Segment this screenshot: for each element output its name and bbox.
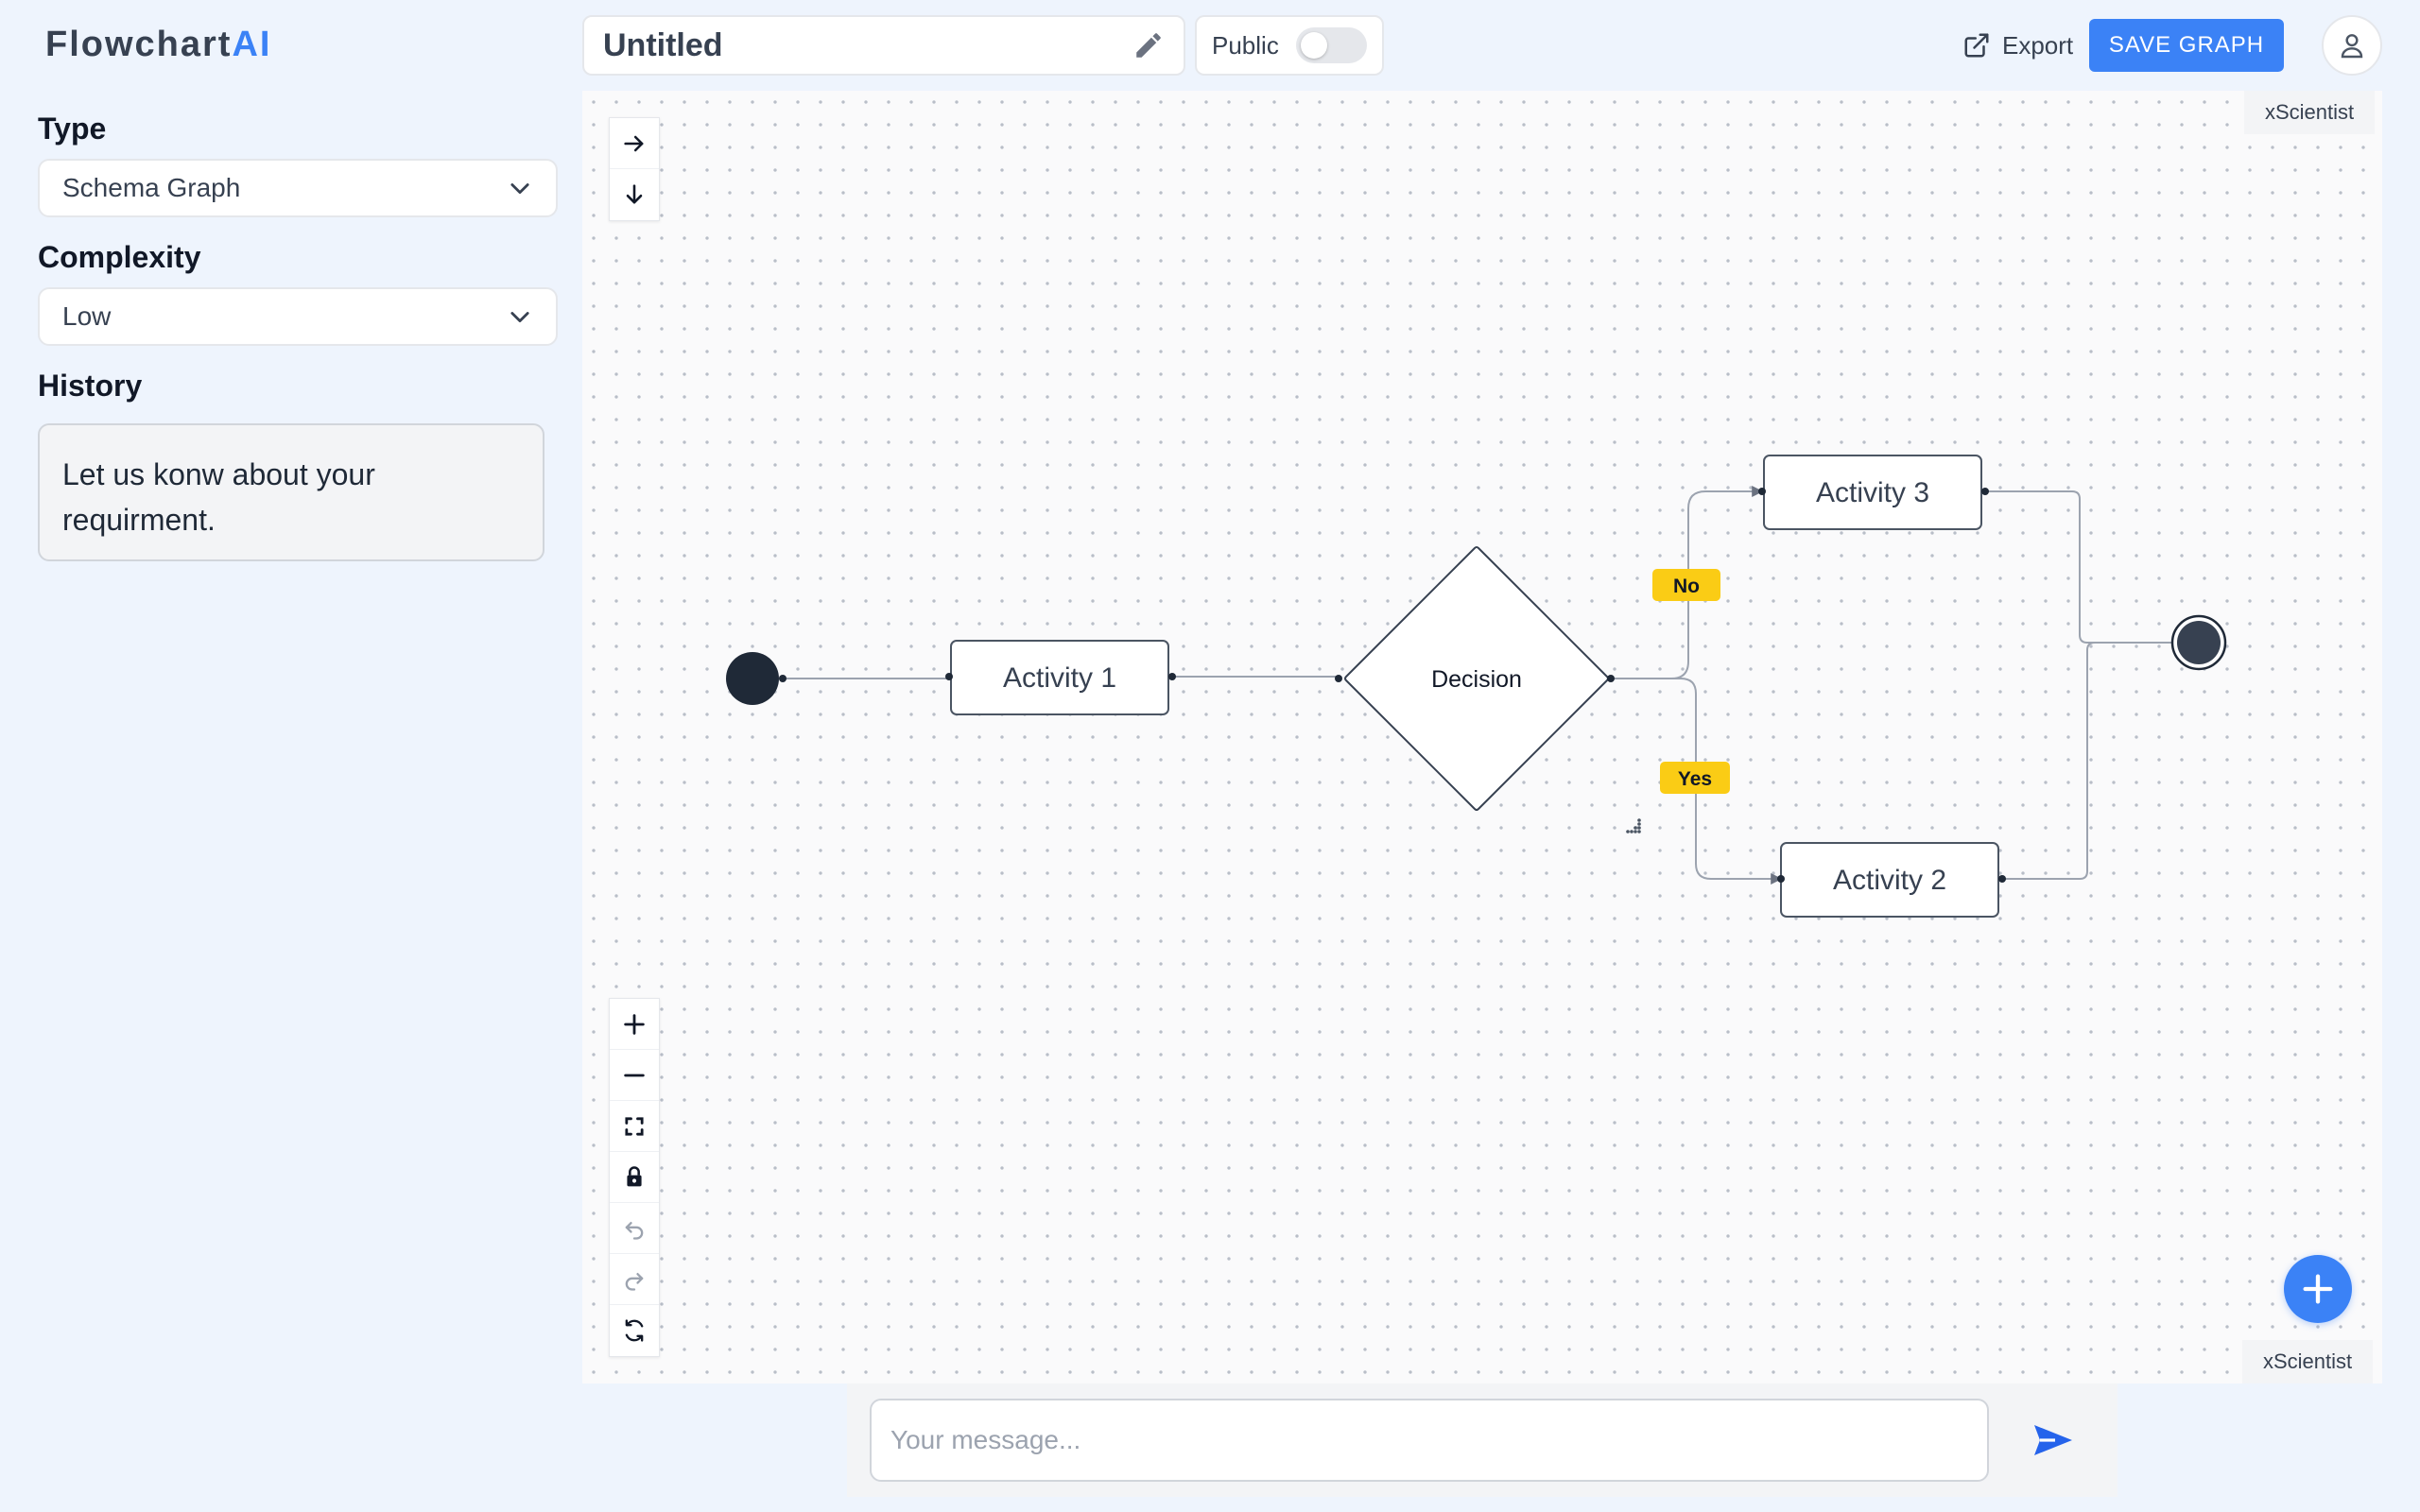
node-start[interactable] <box>726 652 786 705</box>
watermark-bottom: xScientist <box>2242 1340 2374 1383</box>
user-icon <box>2341 34 2363 59</box>
app-logo: FlowchartAI <box>45 25 271 65</box>
fit-view-button[interactable] <box>610 1101 659 1152</box>
toggle-knob <box>1300 32 1327 59</box>
zoom-in-button[interactable] <box>610 999 659 1050</box>
node-end[interactable] <box>2170 614 2227 671</box>
arrow-right-icon <box>624 135 644 151</box>
edge-label-no[interactable]: No <box>1652 569 1720 601</box>
layout-horizontal-button[interactable] <box>610 118 659 169</box>
node-decision-label: Decision <box>1431 666 1522 693</box>
arrow-down-icon <box>626 184 643 204</box>
save-graph-button[interactable]: SAVE GRAPH <box>2089 19 2284 72</box>
node-activity-1-label: Activity 1 <box>1003 662 1116 694</box>
resize-handle-icon[interactable] <box>1626 818 1641 833</box>
node-activity-3-label: Activity 3 <box>1816 477 1929 508</box>
node-decision[interactable]: Decision <box>1335 546 1615 811</box>
export-label: Export <box>2002 30 2074 60</box>
node-activity-2[interactable]: Activity 2 <box>1777 842 2006 918</box>
type-label: Type <box>38 112 107 146</box>
lock-icon <box>627 1165 642 1186</box>
public-toggle[interactable] <box>1295 27 1367 63</box>
zoom-out-button[interactable] <box>610 1050 659 1101</box>
external-link-icon <box>1964 33 1989 58</box>
graph-title-field[interactable]: Untitled <box>582 15 1185 76</box>
logo-main: Flowchart <box>45 25 233 64</box>
message-input[interactable] <box>870 1399 1989 1482</box>
redo-icon <box>625 1272 644 1291</box>
pencil-icon[interactable] <box>1132 29 1165 61</box>
plus-icon <box>2303 1274 2333 1304</box>
type-select-value: Schema Graph <box>62 173 241 202</box>
edge-label-yes-text: Yes <box>1678 768 1712 790</box>
edge-activity3-end[interactable] <box>1987 490 2172 644</box>
watermark-top: xScientist <box>2244 91 2376 134</box>
canvas-controls <box>609 998 660 1357</box>
edge-label-no-text: No <box>1673 576 1700 597</box>
send-button[interactable] <box>2023 1414 2083 1467</box>
complexity-select[interactable]: Low <box>38 287 558 346</box>
logo-accent: AI <box>232 25 272 64</box>
lock-button[interactable] <box>610 1152 659 1203</box>
public-label: Public <box>1212 30 1279 60</box>
fullscreen-icon <box>625 1116 644 1136</box>
complexity-label: Complexity <box>38 240 201 274</box>
public-toggle-group: Public <box>1195 15 1384 76</box>
export-button[interactable]: Export <box>1962 25 2073 66</box>
node-activity-2-label: Activity 2 <box>1833 865 1946 896</box>
layout-vertical-button[interactable] <box>610 169 659 220</box>
undo-icon <box>625 1221 644 1240</box>
edge-activity2-end[interactable] <box>2000 642 2172 880</box>
graph-title: Untitled <box>603 26 723 63</box>
flow-diagram: No Yes Activity 1 Decision Activity 3 Ac… <box>726 455 2227 918</box>
refresh-button[interactable] <box>610 1305 659 1356</box>
plus-icon <box>624 1013 645 1035</box>
complexity-select-value: Low <box>62 301 112 331</box>
history-message: Let us konw about your requirment. <box>38 423 544 561</box>
add-node-button[interactable] <box>2284 1255 2352 1323</box>
redo-button[interactable] <box>610 1254 659 1305</box>
flow-canvas[interactable]: No Yes Activity 1 Decision Activity 3 Ac… <box>582 91 2382 1383</box>
type-select[interactable]: Schema Graph <box>38 159 558 217</box>
minus-icon <box>624 1074 645 1076</box>
refresh-icon <box>625 1319 644 1342</box>
send-icon <box>2034 1425 2072 1455</box>
chevron-down-icon <box>510 183 529 195</box>
chevron-down-icon <box>510 312 529 323</box>
layout-toolbar <box>609 117 660 221</box>
edge-label-yes[interactable]: Yes <box>1660 762 1730 794</box>
node-activity-3[interactable]: Activity 3 <box>1758 455 1989 530</box>
user-avatar-button[interactable] <box>2322 15 2382 76</box>
undo-button[interactable] <box>610 1203 659 1254</box>
node-activity-1[interactable]: Activity 1 <box>945 640 1176 715</box>
history-label: History <box>38 369 143 403</box>
